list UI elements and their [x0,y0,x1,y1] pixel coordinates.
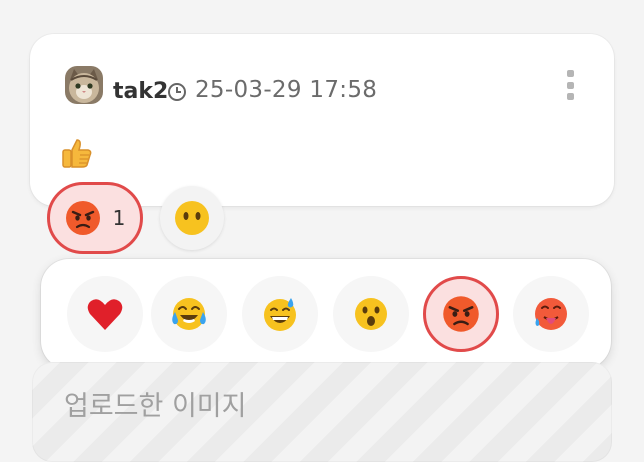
emoji-option-red-heart[interactable] [67,276,143,352]
avatar[interactable] [65,66,103,104]
emoji-option-pouting-face[interactable] [423,276,499,352]
pouting-face-icon [65,201,100,235]
upload-label: 업로드한 이미지 [64,391,247,422]
face-with-tears-of-joy-icon [172,298,206,330]
emoji-option-face-with-tears-of-joy[interactable] [151,276,227,352]
grinning-face-with-sweat-icon [264,298,296,331]
post-body [60,136,94,170]
kebab-menu-icon[interactable] [560,70,580,100]
image-upload-area[interactable]: 업로드한 이미지 [32,362,612,462]
reaction-chip-pouting-face[interactable]: 1 [47,182,143,254]
reaction-count: 1 [112,206,126,230]
post-timestamp: 25-03-29 17:58 [195,77,378,103]
username[interactable]: tak2 [113,79,168,104]
clock-icon [167,82,187,102]
thumbs-up-icon [62,139,92,168]
emoji-picker [41,259,611,369]
emoji-option-grinning-face-with-sweat[interactable] [242,276,318,352]
hot-face-icon [535,298,567,330]
pouting-face-icon [443,296,479,332]
face-with-open-mouth-icon [355,298,387,330]
add-reaction-button[interactable] [160,186,224,250]
emoji-option-face-with-open-mouth[interactable] [333,276,409,352]
red-heart-icon [87,299,123,330]
post-card: tak2 25-03-29 17:58 [30,34,614,206]
face-without-mouth-icon [175,201,209,235]
emoji-option-hot-face[interactable] [513,276,589,352]
